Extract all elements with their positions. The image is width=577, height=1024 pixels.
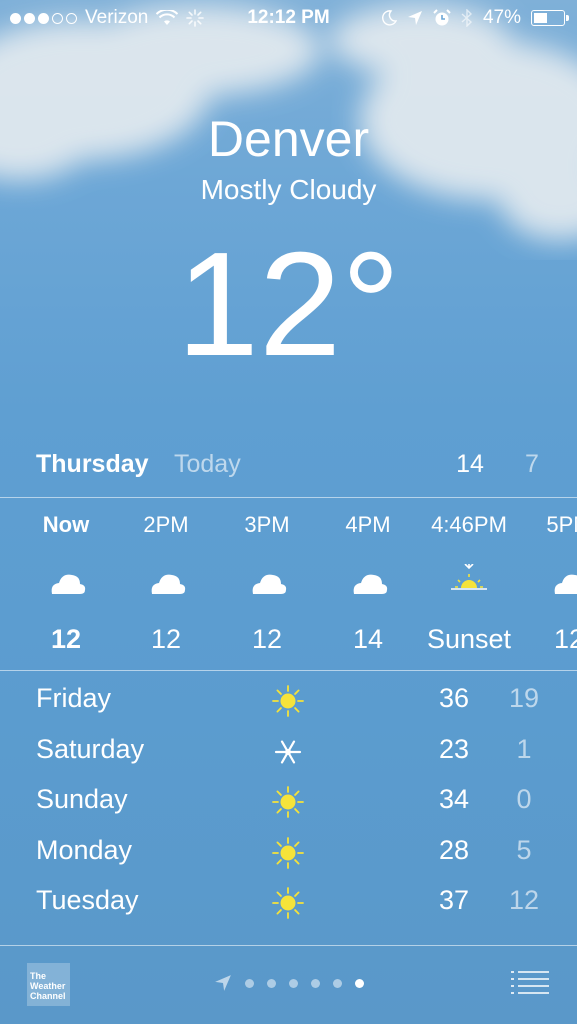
weather-channel-logo-text: The Weather Channel — [30, 971, 66, 1001]
divider — [0, 670, 577, 671]
day-high: 34 — [438, 784, 470, 814]
moon-icon — [382, 10, 397, 26]
weather-channel-logo[interactable]: The Weather Channel — [27, 963, 70, 1006]
hour-value: 12 — [251, 624, 283, 654]
daily-row: Tuesday 37 12 — [0, 885, 577, 935]
location-arrow-icon — [215, 975, 231, 991]
snowflake-icon — [268, 732, 308, 772]
day-name: Tuesday — [36, 885, 139, 915]
page-dot[interactable] — [311, 978, 320, 988]
hour-label: 4PM — [345, 512, 391, 537]
day-name: Monday — [36, 834, 133, 865]
hour-label: 2PM — [143, 512, 189, 537]
hourly-forecast[interactable]: Now 12 2PM 12 3PM 12 4PM 14 4:46PM Sunset 5PM 12 — [0, 508, 577, 668]
alarm-icon — [433, 9, 451, 26]
page-indicator[interactable] — [214, 974, 364, 992]
today-day-name: Thursday — [36, 450, 149, 478]
hour-label: Now — [42, 512, 90, 537]
hour-label: 3PM — [244, 512, 290, 537]
page-dot[interactable] — [333, 978, 342, 988]
day-name: Friday — [36, 683, 112, 713]
condition-text: Mostly Cloudy — [200, 174, 377, 205]
sun-icon — [268, 883, 308, 923]
cloud-icon — [519, 564, 577, 600]
page-dot[interactable] — [289, 978, 298, 988]
battery-icon — [531, 10, 569, 26]
daily-row: Monday 28 5 — [0, 835, 577, 885]
today-high: 14 — [456, 450, 484, 478]
daily-row: Saturday 23 1 — [0, 734, 577, 784]
hour-value: 14 — [352, 624, 384, 654]
day-low: 1 — [516, 733, 532, 764]
divider — [0, 497, 577, 498]
hour-value: 12 — [150, 624, 182, 654]
bluetooth-icon — [461, 9, 472, 27]
hour-value: Sunset — [426, 624, 512, 654]
hour-value: 12 — [50, 624, 82, 654]
hour-label: 4:46PM — [431, 512, 507, 537]
today-summary: Thursday Today 14 7 — [0, 450, 577, 486]
sun-icon — [268, 833, 308, 873]
page-dot[interactable] — [245, 978, 254, 988]
day-high: 28 — [438, 834, 470, 865]
battery-percent: 47% — [482, 7, 521, 28]
day-low: 19 — [508, 683, 540, 713]
cloud-icon — [217, 564, 317, 600]
bottom-bar: The Weather Channel — [0, 946, 577, 1024]
day-name: Saturday — [36, 733, 145, 764]
day-low: 5 — [516, 834, 532, 865]
day-high: 23 — [438, 733, 470, 764]
today-label: Today — [174, 450, 241, 478]
status-bar: Verizon 12:12 PM 47% — [0, 0, 577, 38]
cloud-icon — [16, 564, 116, 600]
day-low: 0 — [516, 784, 532, 814]
sun-icon — [268, 681, 308, 721]
sunset-icon — [419, 558, 519, 600]
day-name: Sunday — [36, 784, 128, 814]
day-high: 37 — [438, 885, 470, 915]
hour-label: 5PM — [546, 512, 577, 537]
city-name: Denver — [207, 111, 370, 167]
cloud-icon — [318, 564, 418, 600]
page-dot[interactable] — [267, 978, 276, 988]
city-list-icon[interactable] — [511, 970, 549, 996]
page-dot[interactable] — [355, 978, 364, 988]
today-low: 7 — [525, 450, 539, 478]
day-high: 36 — [438, 683, 470, 713]
location-arrow-icon — [407, 11, 422, 25]
daily-row: Friday 36 19 — [0, 683, 577, 733]
sun-icon — [268, 782, 308, 822]
current-temperature: 12° — [176, 222, 401, 387]
cloud-icon — [116, 564, 216, 600]
hour-value: 12 — [553, 624, 577, 654]
daily-row: Sunday 34 0 — [0, 784, 577, 834]
day-low: 12 — [508, 885, 540, 915]
